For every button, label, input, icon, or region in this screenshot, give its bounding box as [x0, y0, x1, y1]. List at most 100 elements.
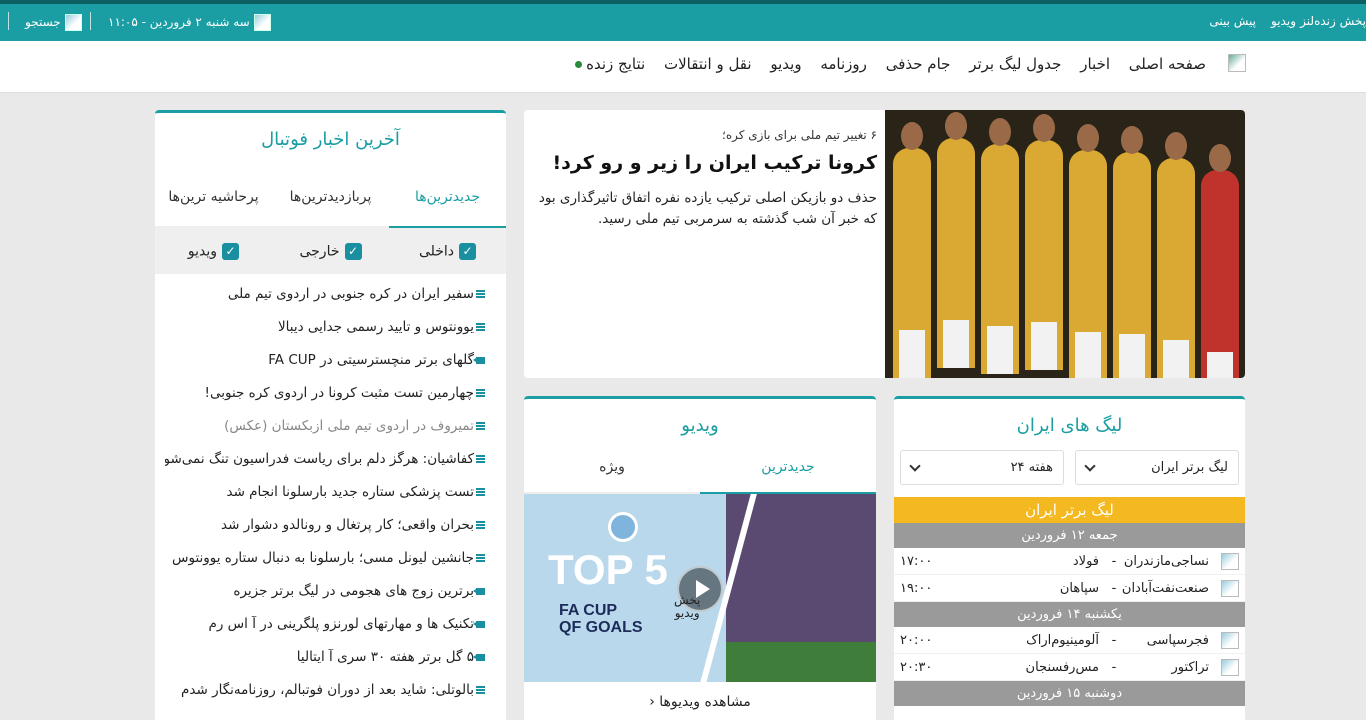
- iran-leagues-panel: لیگ های ایران لیگ برتر ایران هفته ۲۴ لیگ…: [894, 396, 1245, 720]
- logo-icon[interactable]: [1228, 54, 1246, 72]
- news-item[interactable]: تمیروف در اردوی تیم ملی ازبکستان (عکس): [165, 418, 485, 451]
- filter-domestic[interactable]: ✓داخلی: [389, 242, 506, 260]
- tab-most-controversial[interactable]: پرحاشیه ترین‌ها: [155, 171, 272, 228]
- nav-item-transfers[interactable]: نقل و انتقالات: [664, 55, 752, 73]
- text-icon: [476, 488, 485, 496]
- news-title: آخرین اخبار فوتبال: [261, 129, 400, 150]
- team-logo-icon: [1221, 552, 1239, 570]
- search-label: جستجو: [25, 15, 61, 29]
- team-logo-icon: [1221, 579, 1239, 597]
- check-icon: ✓: [222, 242, 240, 260]
- team-logo-icon: [1221, 631, 1239, 649]
- nav-item-newspaper[interactable]: روزنامه: [820, 55, 867, 73]
- away-team: سپاهان: [1059, 580, 1099, 596]
- topbar-link-live[interactable]: پخش زنده: [1314, 14, 1366, 28]
- news-item[interactable]: بحران واقعی؛ کار پرتغال و رونالدو دشوار …: [165, 517, 485, 550]
- news-item[interactable]: تست پزشکی ستاره جدید بارسلونا انجام شد: [165, 484, 485, 517]
- tab-newest[interactable]: جدیدترین‌ها: [389, 171, 506, 228]
- hero-subtitle: ۶ تغییر تیم ملی برای بازی کره؛: [722, 128, 877, 142]
- topbar-link-predict[interactable]: پیش بینی: [1209, 14, 1256, 28]
- news-item[interactable]: برترین زوج های هجومی در لیگ برتر جزیره: [165, 583, 485, 616]
- day-bar: دوشنبه ۱۵ فروردین: [894, 681, 1245, 706]
- video-icon: [473, 620, 485, 628]
- match-row[interactable]: تراکتور - مس‌رفسنجان ۲۰:۳۰: [894, 654, 1245, 681]
- search-icon: [64, 14, 82, 31]
- text-icon: [476, 521, 485, 529]
- away-team: مس‌رفسنجان: [1025, 659, 1099, 675]
- thumb-caption: FA CUP QF GOALS: [559, 602, 643, 636]
- match-time: ۲۰:۰۰: [900, 632, 933, 648]
- filter-foreign[interactable]: ✓خارجی: [272, 242, 389, 260]
- news-item[interactable]: ۵ گل برتر هفته ۳۰ سری آ ایتالیا: [165, 649, 485, 682]
- text-icon: [476, 290, 485, 298]
- news-item[interactable]: کفاشیان: هرگز دلم برای ریاست فدراسیون تن…: [165, 451, 485, 484]
- match-time: ۱۹:۰۰: [900, 580, 933, 596]
- nav-item-home[interactable]: صفحه اصلی: [1129, 55, 1206, 73]
- league-select[interactable]: لیگ برتر ایران: [1075, 450, 1239, 485]
- text-icon: [476, 554, 485, 562]
- check-icon: ✓: [459, 242, 477, 260]
- tab-video-special[interactable]: ویژه: [524, 451, 700, 494]
- day-bar: جمعه ۱۲ فروردین: [894, 523, 1245, 548]
- hero-description: حذف دو بازیکن اصلی ترکیب یازده نفره اتفا…: [538, 190, 877, 227]
- news-item[interactable]: گلهای برتر منچسترسیتی در FA CUP: [165, 352, 485, 385]
- tab-video-newest[interactable]: جدیدترین: [700, 451, 876, 494]
- news-filters: ✓داخلی ✓خارجی ✓ویدیو: [155, 228, 506, 274]
- chevron-down-icon: [909, 459, 921, 472]
- league-name-bar: لیگ برتر ایران: [894, 497, 1245, 523]
- home-team: نساجی‌مازندران: [1123, 553, 1209, 569]
- video-icon: [473, 587, 485, 595]
- nav-item-cup[interactable]: جام حذفی: [886, 55, 951, 73]
- text-icon: [476, 686, 485, 694]
- more-videos-link[interactable]: مشاهده ویدیوها ‹: [524, 682, 876, 710]
- news-item[interactable]: بالوتلی: شاید بعد از دوران فوتبالم، روزن…: [165, 682, 485, 715]
- nav-item-news[interactable]: اخبار: [1080, 55, 1110, 73]
- news-list: سفیر ایران در کره جنوبی در اردوی تیم ملی…: [155, 274, 506, 715]
- news-item[interactable]: جانشین لیونل مسی؛ بارسلونا به دنبال ستار…: [165, 550, 485, 583]
- match-row[interactable]: فجرسپاسی - آلومینیوم‌اراک ۲۰:۰۰: [894, 627, 1245, 654]
- main-nav: صفحه اصلی اخبار جدول لیگ برتر جام حذفی ر…: [0, 41, 1366, 93]
- league-title: لیگ های ایران: [1016, 415, 1123, 436]
- video-icon: [473, 356, 485, 364]
- fixtures-list: جمعه ۱۲ فروردین نساجی‌مازندران - فولاد ۱۷:۰۰…: [894, 523, 1245, 706]
- video-panel: ویدیو جدیدترین ویژه TOP 5 FA CUP QF GOALS…: [524, 396, 876, 720]
- nav-item-league-table[interactable]: جدول لیگ برتر: [969, 55, 1061, 73]
- topbar-link-video[interactable]: ویدیو: [1271, 14, 1296, 28]
- match-time: ۲۰:۳۰: [900, 659, 933, 675]
- search-button[interactable]: جستجو: [25, 14, 82, 31]
- week-select[interactable]: هفته ۲۴: [900, 450, 1064, 485]
- filter-video[interactable]: ✓ویدیو: [155, 242, 272, 260]
- top-strip: [0, 0, 1366, 4]
- chevron-left-icon: ‹: [649, 694, 655, 710]
- news-item[interactable]: چهارمین تست مثبت کرونا در اردوی کره جنوب…: [165, 385, 485, 418]
- text-icon: [476, 455, 485, 463]
- news-item[interactable]: یوونتوس و تایید رسمی جدایی دیبالا: [165, 319, 485, 352]
- dash: -: [1111, 553, 1117, 569]
- video-thumbnail[interactable]: TOP 5 FA CUP QF GOALS پخش ویدیو: [524, 494, 876, 682]
- nav-items: صفحه اصلی اخبار جدول لیگ برتر جام حذفی ر…: [561, 55, 1206, 73]
- home-team: صنعت‌نفت‌آبادان: [1121, 580, 1209, 596]
- home-team: تراکتور: [1171, 659, 1209, 675]
- nav-item-video[interactable]: ویدیو: [770, 55, 801, 73]
- hero-card[interactable]: ۶ تغییر تیم ملی برای بازی کره؛ کرونا ترک…: [524, 110, 1245, 378]
- away-team: فولاد: [1072, 553, 1099, 569]
- match-row[interactable]: صنعت‌نفت‌آبادان - سپاهان ۱۹:۰۰: [894, 575, 1245, 602]
- dash: -: [1111, 580, 1117, 596]
- text-icon: [476, 422, 485, 430]
- divider: [8, 12, 9, 30]
- topbar-link-lens[interactable]: لنز: [1300, 14, 1314, 28]
- tab-most-viewed[interactable]: پربازدیدترین‌ها: [272, 171, 389, 228]
- chevron-down-icon: [1084, 459, 1096, 472]
- thumb-headline: TOP 5: [548, 546, 668, 593]
- news-item[interactable]: تکنیک ها و مهارتهای لورنزو پلگرینی در آ …: [165, 616, 485, 649]
- home-team: فجرسپاسی: [1146, 632, 1209, 648]
- hero-image[interactable]: [885, 110, 1245, 378]
- news-item[interactable]: سفیر ایران در کره جنوبی در اردوی تیم ملی: [165, 286, 485, 319]
- latest-news-panel: آخرین اخبار فوتبال جدیدترین‌ها پربازدیدت…: [155, 110, 506, 720]
- hero-title[interactable]: کرونا ترکیب ایران را زیر و رو کرد!: [532, 152, 877, 174]
- date-text: سه شنبه ۲ فروردین - ۱۱:۰۵: [108, 15, 250, 29]
- play-label: پخش ویدیو: [674, 593, 701, 620]
- nav-item-live-results[interactable]: نتایج زنده: [575, 55, 645, 73]
- match-row[interactable]: نساجی‌مازندران - فولاد ۱۷:۰۰: [894, 548, 1245, 575]
- live-dot-icon: [575, 61, 583, 68]
